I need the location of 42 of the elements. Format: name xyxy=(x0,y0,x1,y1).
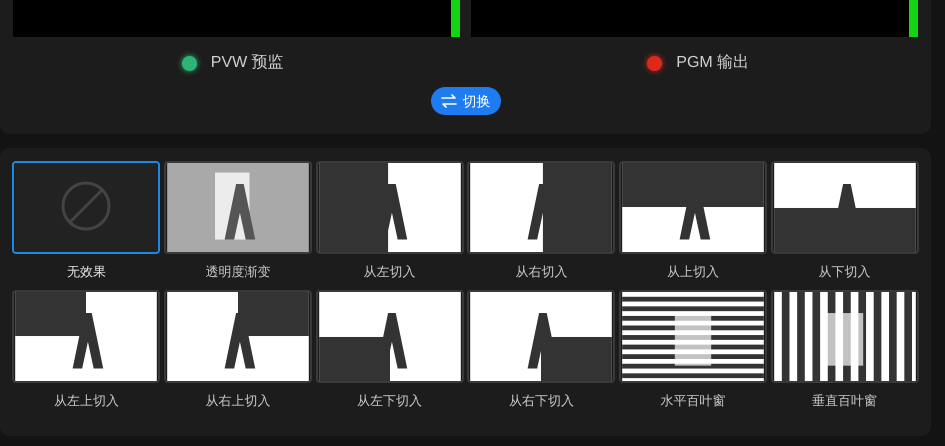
transition-label: 从下切入 xyxy=(818,263,871,281)
transition-tile[interactable] xyxy=(618,290,767,383)
transition-label: 无效果 xyxy=(66,263,106,281)
transition-label: 从左切入 xyxy=(364,263,416,281)
monitor-label: PVW 预监 xyxy=(210,53,284,73)
transition-tile[interactable] xyxy=(467,161,616,254)
monitor-label: PGM 输出 xyxy=(676,52,750,73)
transition-tile[interactable] xyxy=(770,161,919,254)
switch-button[interactable]: 切换 xyxy=(430,87,500,115)
transition-label: 透明度渐变 xyxy=(205,263,270,281)
transition-label: 从右切入 xyxy=(515,263,568,281)
transition-label: 垂直百叶窗 xyxy=(812,392,878,410)
audio-meter xyxy=(451,0,460,37)
transition-preview-icon xyxy=(620,163,765,252)
transition-tile[interactable] xyxy=(467,290,616,383)
transition-tile[interactable] xyxy=(164,290,312,383)
transition-preview-icon xyxy=(318,292,462,381)
transition-preview-icon xyxy=(772,163,917,252)
swap-icon xyxy=(440,94,456,108)
transition-tile[interactable] xyxy=(164,161,312,254)
transition-preview-icon xyxy=(166,163,310,252)
transition-preview-icon xyxy=(14,292,158,381)
transition-tile[interactable] xyxy=(12,290,160,383)
transition-preview-icon xyxy=(14,163,158,252)
transition-tile[interactable] xyxy=(316,161,464,254)
audio-meter xyxy=(909,0,918,37)
transition-preview-icon xyxy=(318,163,462,252)
transition-label: 从左下切入 xyxy=(357,392,422,410)
transition-tile[interactable] xyxy=(12,161,160,254)
transition-tile[interactable] xyxy=(316,290,464,383)
transition-preview-icon xyxy=(772,292,917,381)
transition-label: 水平百叶窗 xyxy=(660,392,726,410)
transition-preview-icon xyxy=(166,292,310,381)
transition-tile[interactable] xyxy=(770,290,919,383)
transition-preview-icon xyxy=(469,292,614,381)
transition-label: 从上切入 xyxy=(666,263,719,281)
transition-label: 从左上切入 xyxy=(54,392,119,410)
transition-label: 从右下切入 xyxy=(508,392,574,410)
transition-label: 从右上切入 xyxy=(205,392,270,410)
transition-preview-icon xyxy=(620,292,765,381)
transition-tile[interactable] xyxy=(618,161,767,254)
transition-preview-icon xyxy=(469,163,614,252)
